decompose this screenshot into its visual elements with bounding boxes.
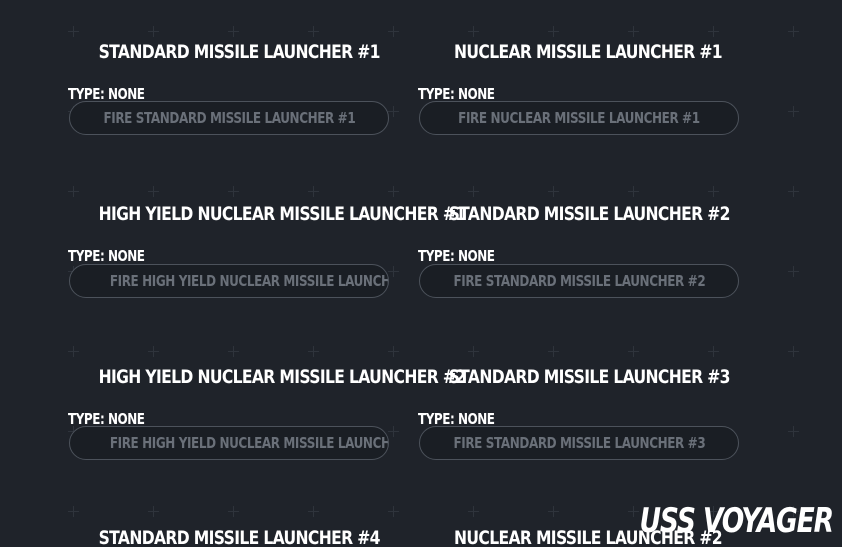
grid-plus-mark — [708, 346, 719, 357]
grid-plus-mark — [308, 26, 319, 37]
grid-plus-mark — [68, 506, 79, 517]
fire-high-yield-launcher-2-button[interactable]: FIRE HIGH YIELD NUCLEAR MISSILE LAUNCHER… — [69, 426, 389, 460]
grid-plus-mark — [308, 506, 319, 517]
launcher-title: HIGH YIELD NUCLEAR MISSILE LAUNCHER #1 — [98, 203, 466, 225]
grid-plus-mark — [628, 346, 639, 357]
launcher-title: STANDARD MISSILE LAUNCHER #3 — [448, 366, 731, 388]
grid-plus-mark — [388, 506, 399, 517]
launcher-title: STANDARD MISSILE LAUNCHER #1 — [98, 41, 381, 63]
launcher-type-label: TYPE: NONE — [68, 247, 145, 265]
grid-plus-mark — [548, 26, 559, 37]
grid-plus-mark — [228, 506, 239, 517]
grid-plus-mark — [468, 186, 479, 197]
grid-plus-mark — [628, 26, 639, 37]
fire-standard-launcher-3-button[interactable]: FIRE STANDARD MISSILE LAUNCHER #3 — [419, 426, 739, 460]
grid-plus-mark — [468, 346, 479, 357]
grid-plus-mark — [548, 346, 559, 357]
fire-high-yield-launcher-1-button[interactable]: FIRE HIGH YIELD NUCLEAR MISSILE LAUNCHER… — [69, 264, 389, 298]
grid-plus-mark — [788, 106, 799, 117]
grid-plus-mark — [788, 426, 799, 437]
launcher-title: STANDARD MISSILE LAUNCHER #4 — [98, 527, 381, 547]
grid-plus-mark — [388, 26, 399, 37]
grid-plus-mark — [788, 266, 799, 277]
grid-plus-mark — [708, 186, 719, 197]
fire-button-label: FIRE NUCLEAR MISSILE LAUNCHER #1 — [458, 109, 700, 127]
grid-plus-mark — [228, 346, 239, 357]
fire-button-label: FIRE HIGH YIELD NUCLEAR MISSILE LAUNCHER… — [109, 272, 389, 290]
grid-plus-mark — [308, 346, 319, 357]
ship-name: USS VOYAGER — [639, 501, 834, 541]
grid-plus-mark — [308, 186, 319, 197]
fire-nuclear-launcher-1-button[interactable]: FIRE NUCLEAR MISSILE LAUNCHER #1 — [419, 101, 739, 135]
fire-button-label: FIRE STANDARD MISSILE LAUNCHER #1 — [103, 109, 355, 127]
grid-plus-mark — [388, 346, 399, 357]
grid-plus-mark — [148, 506, 159, 517]
grid-plus-mark — [388, 106, 399, 117]
grid-plus-mark — [148, 26, 159, 37]
fire-button-label: FIRE STANDARD MISSILE LAUNCHER #2 — [453, 272, 705, 290]
grid-plus-mark — [708, 26, 719, 37]
grid-plus-mark — [68, 26, 79, 37]
launcher-title: STANDARD MISSILE LAUNCHER #2 — [448, 203, 731, 225]
grid-plus-mark — [468, 26, 479, 37]
launcher-type-label: TYPE: NONE — [418, 247, 495, 265]
grid-plus-mark — [788, 186, 799, 197]
grid-plus-mark — [628, 186, 639, 197]
grid-plus-mark — [468, 506, 479, 517]
grid-plus-mark — [388, 266, 399, 277]
launcher-title: NUCLEAR MISSILE LAUNCHER #1 — [454, 41, 723, 63]
grid-plus-mark — [68, 346, 79, 357]
grid-plus-mark — [548, 506, 559, 517]
fire-standard-launcher-2-button[interactable]: FIRE STANDARD MISSILE LAUNCHER #2 — [419, 264, 739, 298]
fire-standard-launcher-1-button[interactable]: FIRE STANDARD MISSILE LAUNCHER #1 — [69, 101, 389, 135]
grid-plus-mark — [228, 186, 239, 197]
grid-plus-mark — [788, 26, 799, 37]
grid-plus-mark — [68, 186, 79, 197]
grid-plus-mark — [148, 346, 159, 357]
grid-plus-mark — [388, 426, 399, 437]
launcher-title: HIGH YIELD NUCLEAR MISSILE LAUNCHER #2 — [98, 366, 466, 388]
fire-button-label: FIRE HIGH YIELD NUCLEAR MISSILE LAUNCHER… — [109, 434, 389, 452]
grid-plus-mark — [388, 186, 399, 197]
grid-plus-mark — [228, 26, 239, 37]
launcher-panel: STANDARD MISSILE LAUNCHER #1 TYPE: NONE … — [0, 0, 842, 547]
fire-button-label: FIRE STANDARD MISSILE LAUNCHER #3 — [453, 434, 705, 452]
grid-plus-mark — [788, 346, 799, 357]
grid-plus-mark — [548, 186, 559, 197]
grid-plus-mark — [628, 506, 639, 517]
grid-plus-mark — [148, 186, 159, 197]
